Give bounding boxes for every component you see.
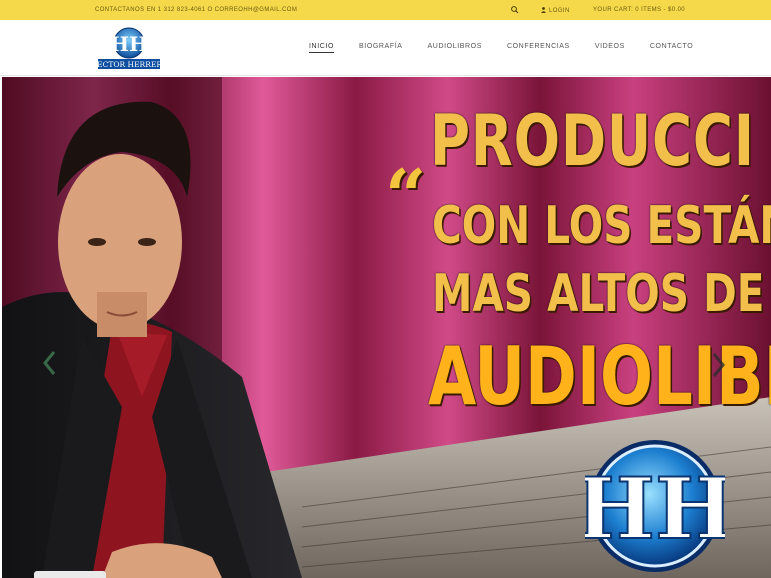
nav-conferencias[interactable]: Conferencias	[507, 43, 570, 53]
hero-line-1: PRODUCCI	[430, 100, 755, 182]
login-link[interactable]: Login	[541, 7, 570, 14]
hero-line-2: CON LOS ESTÁND	[432, 196, 771, 256]
hero-line-3: MAS ALTOS DE CA	[432, 264, 771, 324]
cart-link[interactable]: Your cart: 0 items - $0.00	[593, 7, 685, 13]
user-icon	[541, 7, 546, 13]
svg-text:HH: HH	[110, 32, 148, 56]
main-nav: Inicio Biografía Audiolibros Conferencia…	[309, 43, 693, 53]
nav-audiolibros[interactable]: Audiolibros	[428, 43, 482, 53]
nav-inicio[interactable]: Inicio	[309, 43, 334, 53]
nav-videos[interactable]: Videos	[595, 43, 625, 53]
scroll-tab[interactable]	[34, 571, 106, 578]
hero-slider: “ PRODUCCI CON LOS ESTÁND MAS ALTOS DE C…	[2, 77, 771, 578]
top-bar: Contactanos en 1 312 823-4061 o correohh…	[0, 0, 771, 20]
login-label: Login	[549, 8, 570, 14]
chevron-left-icon[interactable]	[40, 348, 60, 378]
nav-biografia[interactable]: Biografía	[359, 43, 403, 53]
hh-badge-logo: HH	[585, 440, 725, 572]
svg-text:HH: HH	[585, 459, 725, 558]
contact-info: Contactanos en 1 312 823-4061 o correohh…	[95, 7, 298, 13]
logo-text: HECTOR HERRERA	[97, 60, 161, 69]
search-icon[interactable]	[510, 5, 520, 15]
chevron-right-icon[interactable]	[708, 350, 728, 380]
site-header: HH HECTOR HERRERA Inicio Biografía Audio…	[0, 20, 771, 76]
hector-herrera-logo[interactable]: HH HECTOR HERRERA	[97, 26, 161, 72]
nav-contacto[interactable]: Contacto	[650, 43, 693, 53]
hero-quote-mark: “	[385, 153, 427, 238]
